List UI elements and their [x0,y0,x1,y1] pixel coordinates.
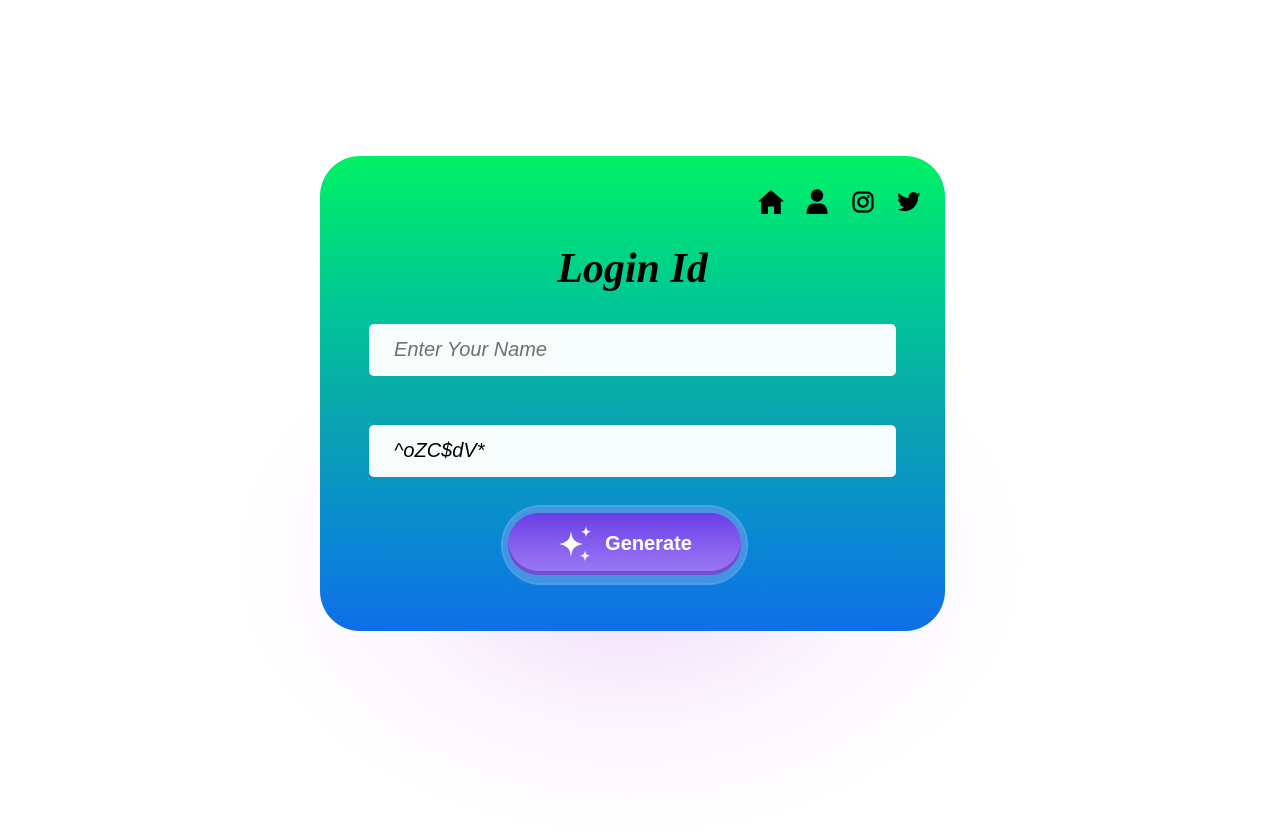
twitter-icon[interactable] [895,188,923,216]
generated-id-field[interactable] [369,425,896,477]
instagram-icon[interactable] [849,188,877,216]
generate-button[interactable]: Generate [508,513,741,575]
login-card: Login Id Generate [320,156,945,631]
page-title: Login Id [557,246,708,292]
sparkles-icon [557,525,595,563]
social-nav [739,188,923,216]
generate-button-label: Generate [605,532,692,555]
name-input[interactable] [369,324,896,376]
user-icon[interactable] [803,188,831,216]
generate-button-ring: Generate [503,507,746,583]
home-icon[interactable] [757,188,785,216]
